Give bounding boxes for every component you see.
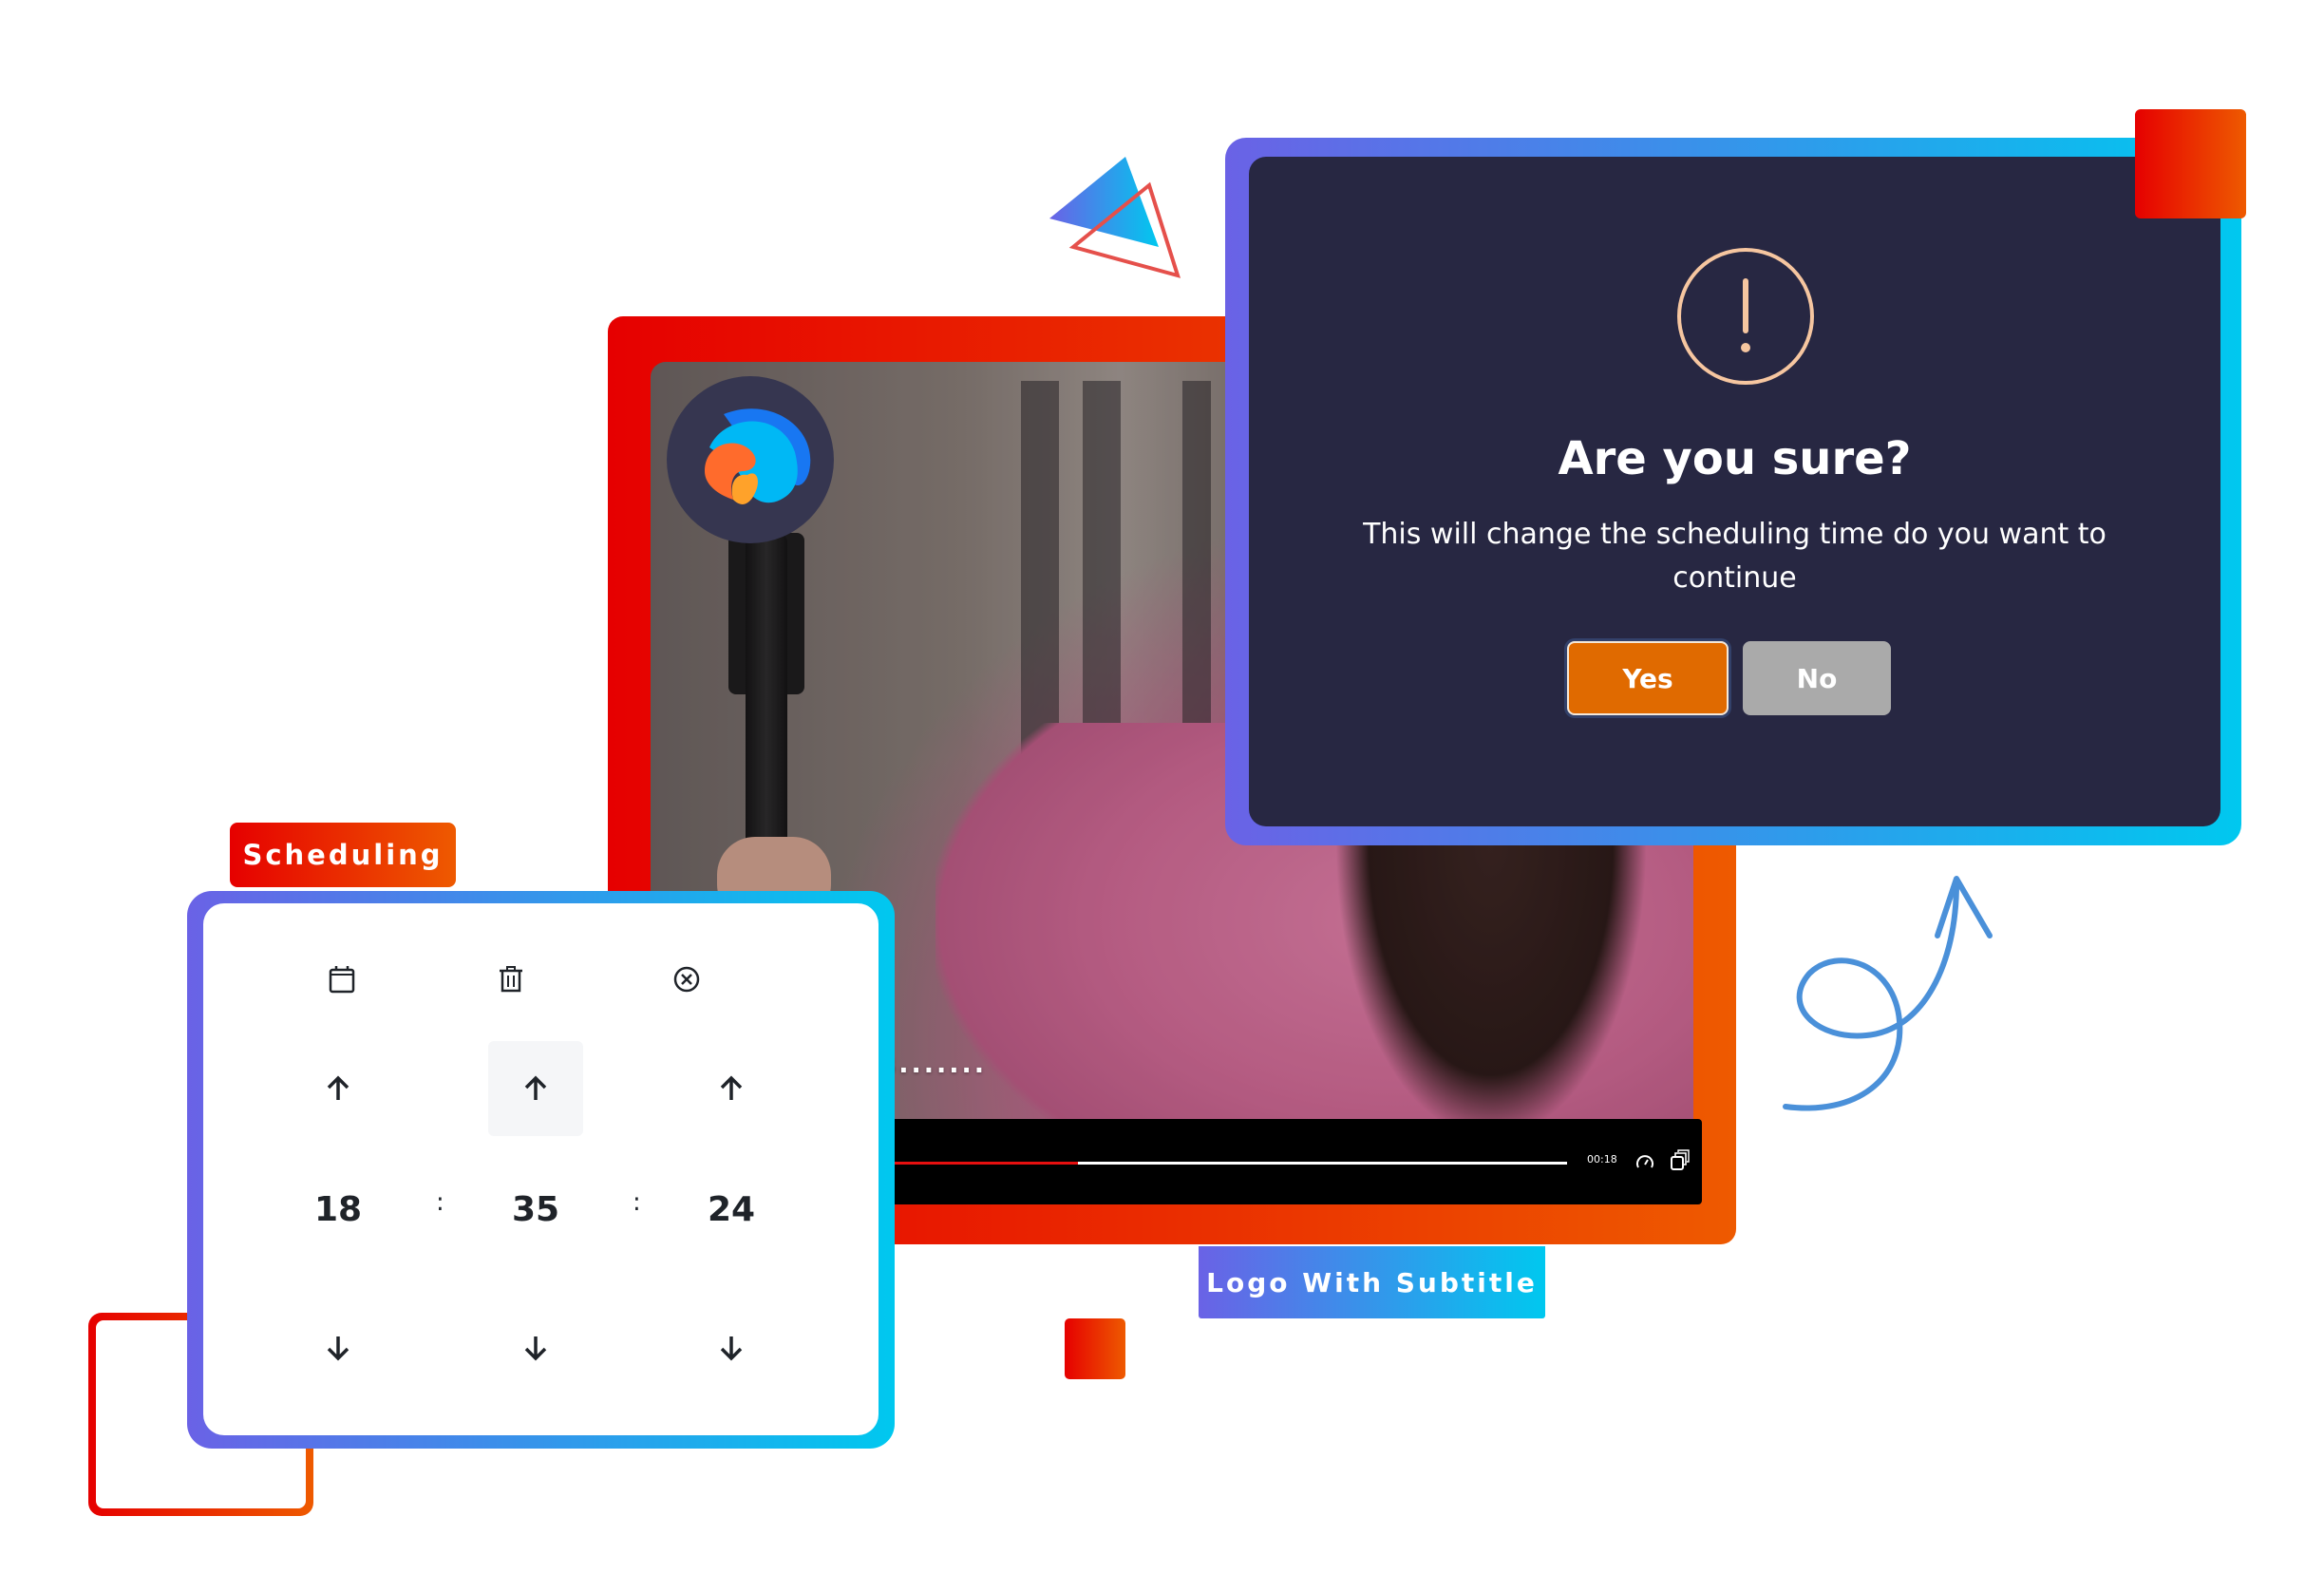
arrow-down-icon <box>524 1336 547 1361</box>
time-scheduler: 18 : 35 : 24 <box>187 891 895 1449</box>
filled-triangle <box>1049 157 1159 247</box>
progress-played <box>879 1162 1079 1165</box>
close-button[interactable] <box>639 941 734 1017</box>
dialog-title: Are you sure? <box>1558 432 1912 485</box>
arrow-down-icon <box>720 1336 743 1361</box>
scheduler-panel: 18 : 35 : 24 <box>203 903 879 1435</box>
arrow-up-icon <box>720 1075 743 1100</box>
channel-logo-mark <box>705 408 811 504</box>
hours-decrement-button[interactable] <box>291 1310 386 1386</box>
calendar-button[interactable] <box>294 941 389 1017</box>
channel-logo-icon <box>667 376 834 543</box>
decorative-triangles <box>1049 157 1181 278</box>
decorative-small-square <box>1065 1318 1125 1379</box>
scheduling-label: Scheduling <box>230 823 456 887</box>
confirm-dialog: Are you sure? This will change the sched… <box>1225 138 2241 845</box>
decorative-square <box>2135 109 2246 218</box>
hours-value[interactable]: 18 <box>291 1171 386 1247</box>
minutes-increment-button[interactable] <box>488 1041 583 1136</box>
close-circle-icon <box>673 966 700 993</box>
delete-button[interactable] <box>463 941 558 1017</box>
arrow-up-icon <box>327 1075 350 1100</box>
dialog-panel: Are you sure? This will change the sched… <box>1249 157 2220 826</box>
hours-increment-button[interactable] <box>291 1051 386 1127</box>
swirl-arrow-icon <box>1783 876 1993 1111</box>
seconds-increment-button[interactable] <box>684 1051 779 1127</box>
seconds-value[interactable]: 24 <box>684 1171 779 1247</box>
arrow-up-icon <box>524 1075 547 1100</box>
trash-icon <box>500 966 522 993</box>
minutes-decrement-button[interactable] <box>488 1310 583 1386</box>
dialog-message: This will change the scheduling time do … <box>1363 518 2107 595</box>
time-readout: 00:18 <box>1587 1153 1617 1166</box>
arrow-down-icon <box>327 1336 350 1361</box>
yes-button[interactable]: Yes <box>1567 641 1729 715</box>
layers-icon[interactable] <box>1669 1148 1691 1173</box>
playback-speed-icon[interactable] <box>1634 1150 1656 1173</box>
logo-with-subtitle-label: Logo With Subtitle <box>1199 1246 1545 1318</box>
progress-track[interactable] <box>879 1162 1567 1165</box>
time-separator: : <box>633 1188 641 1217</box>
calendar-icon <box>329 966 355 994</box>
exclamation-circle-icon <box>1677 248 1814 385</box>
time-separator: : <box>436 1188 444 1217</box>
seconds-decrement-button[interactable] <box>684 1310 779 1386</box>
video-controls-bar: 00:18 <box>879 1119 1702 1204</box>
minutes-value[interactable]: 35 <box>488 1171 583 1247</box>
no-button[interactable]: No <box>1743 641 1891 715</box>
